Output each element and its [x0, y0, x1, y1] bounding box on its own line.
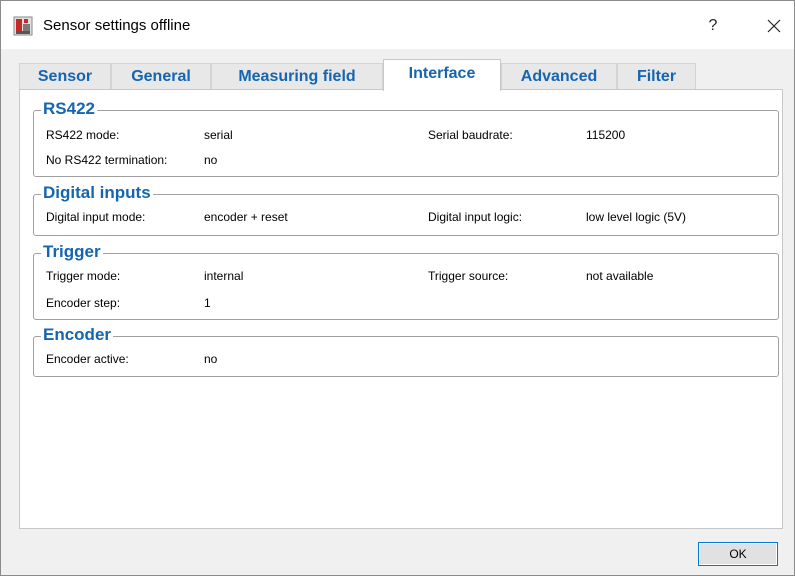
tab-label: Measuring field	[238, 68, 356, 85]
encoder-step-value: 1	[204, 296, 211, 310]
encoder-step-label: Encoder step:	[46, 296, 121, 310]
close-button[interactable]	[759, 13, 789, 39]
help-button[interactable]: ?	[699, 13, 727, 39]
group-title: Encoder	[41, 325, 114, 344]
tab-label: Interface	[408, 65, 476, 82]
ok-label: OK	[729, 547, 747, 561]
rs422-mode-label: RS422 mode:	[46, 128, 120, 142]
serial-baudrate-value: 115200	[586, 128, 626, 142]
tab-filter[interactable]: Filter	[617, 63, 696, 90]
rs422-group: RS422 RS422 mode: serial Serial baudrate…	[33, 100, 779, 177]
interface-panel: RS422 RS422 mode: serial Serial baudrate…	[19, 89, 783, 529]
tab-label: Sensor	[37, 68, 93, 85]
digital-inputs-group: Digital inputs Digital input mode: encod…	[33, 184, 779, 236]
tab-interface[interactable]: Interface	[383, 59, 501, 91]
tab-label: General	[131, 68, 191, 85]
dialog-client-area: Sensor General Measuring field Interface…	[1, 49, 794, 575]
window-title: Sensor settings offline	[43, 17, 191, 34]
tab-label: Advanced	[520, 68, 598, 85]
rs422-termination-label: No RS422 termination:	[46, 153, 168, 167]
trigger-source-value: not available	[586, 269, 654, 283]
digital-input-mode-value: encoder + reset	[204, 210, 288, 224]
close-icon	[767, 19, 781, 33]
group-title: RS422	[41, 99, 97, 118]
tab-label: Filter	[636, 68, 677, 85]
encoder-active-label: Encoder active:	[46, 352, 129, 366]
group-title: Trigger	[41, 242, 103, 261]
sensor-app-icon	[13, 16, 33, 36]
digital-input-mode-label: Digital input mode:	[46, 210, 146, 224]
trigger-source-label: Trigger source:	[428, 269, 509, 283]
digital-input-logic-label: Digital input logic:	[428, 210, 523, 224]
trigger-mode-value: internal	[204, 269, 244, 283]
rs422-termination-value: no	[204, 153, 218, 167]
tab-general[interactable]: General	[111, 63, 211, 90]
ok-button[interactable]: OK	[698, 542, 778, 566]
settings-dialog: Sensor settings offline ? Sensor General…	[0, 0, 795, 576]
tab-advanced[interactable]: Advanced	[501, 63, 617, 90]
help-label: ?	[708, 17, 718, 34]
encoder-group: Encoder Encoder active: no	[33, 326, 779, 377]
trigger-group: Trigger Trigger mode: internal Trigger s…	[33, 243, 779, 320]
digital-input-logic-value: low level logic (5V)	[586, 210, 687, 224]
group-title: Digital inputs	[41, 183, 153, 202]
rs422-mode-value: serial	[204, 128, 233, 142]
tab-sensor[interactable]: Sensor	[19, 63, 111, 90]
encoder-active-value: no	[204, 352, 218, 366]
trigger-mode-label: Trigger mode:	[46, 269, 121, 283]
tab-measuring-field[interactable]: Measuring field	[211, 63, 383, 90]
serial-baudrate-label: Serial baudrate:	[428, 128, 513, 142]
title-bar: Sensor settings offline ?	[1, 1, 794, 49]
